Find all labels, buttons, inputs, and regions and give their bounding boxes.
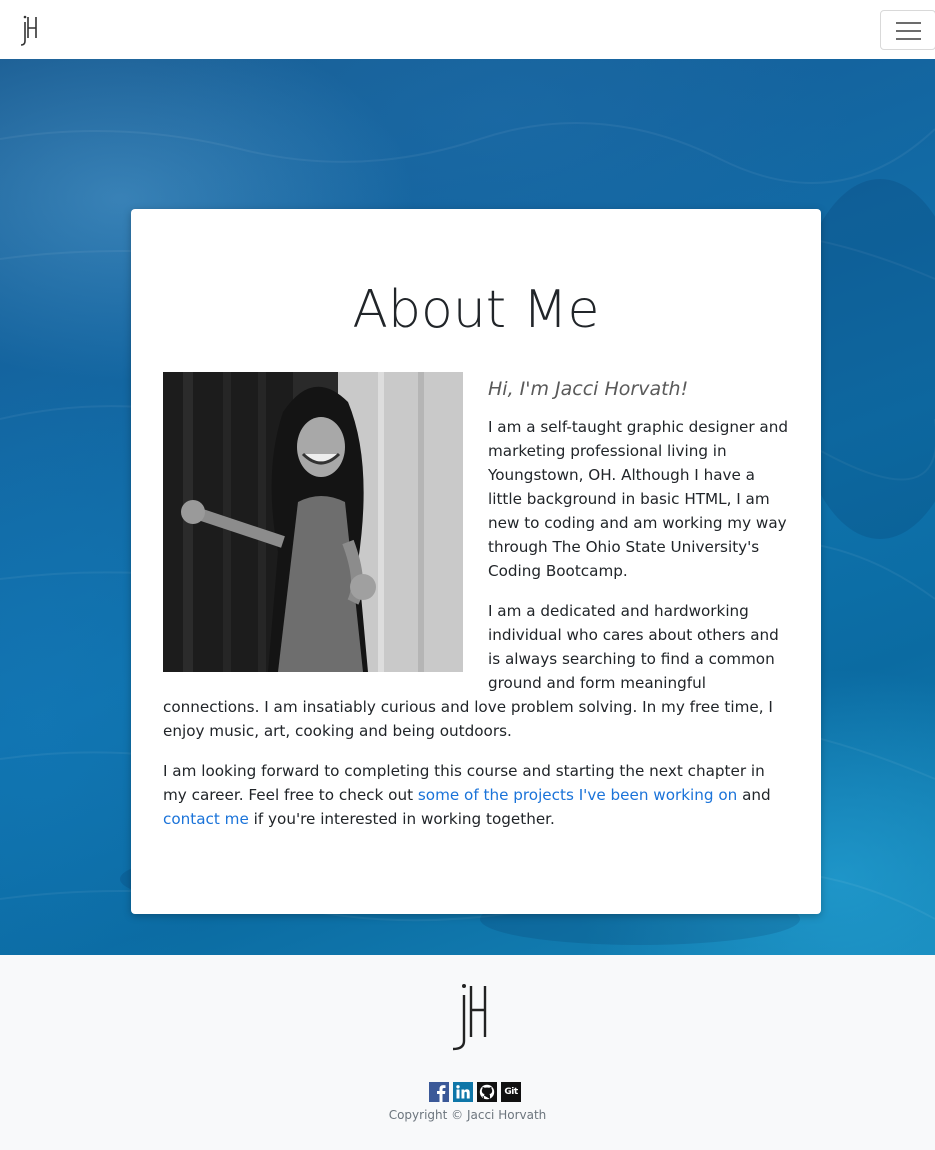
- page-title: About Me: [352, 280, 600, 340]
- jh-logo-icon[interactable]: [20, 14, 42, 48]
- footer: Git Copyright © Jacci Horvath: [0, 955, 935, 1150]
- about-paragraph-3: I am looking forward to completing this …: [163, 762, 771, 828]
- jh-logo-icon: [452, 984, 487, 1051]
- facebook-icon[interactable]: [429, 1082, 449, 1102]
- ocean-background: About Me Hi, I'm Jacci Horvath! I am a s…: [0, 59, 935, 955]
- linkedin-icon[interactable]: [453, 1082, 473, 1102]
- about-text: Hi, I'm Jacci Horvath! I am a self-taugh…: [163, 372, 793, 847]
- about-card: About Me Hi, I'm Jacci Horvath! I am a s…: [131, 209, 821, 914]
- hamburger-menu-icon: [896, 22, 921, 24]
- copyright-text: Copyright © Jacci Horvath: [388, 1108, 547, 1122]
- menu-toggle-button[interactable]: [880, 10, 935, 50]
- projects-link[interactable]: some of the projects I've been working o…: [418, 786, 737, 804]
- github-icon[interactable]: [477, 1082, 497, 1102]
- git-icon[interactable]: Git: [501, 1082, 521, 1102]
- contact-link[interactable]: contact me: [163, 810, 249, 828]
- navbar: [0, 0, 935, 59]
